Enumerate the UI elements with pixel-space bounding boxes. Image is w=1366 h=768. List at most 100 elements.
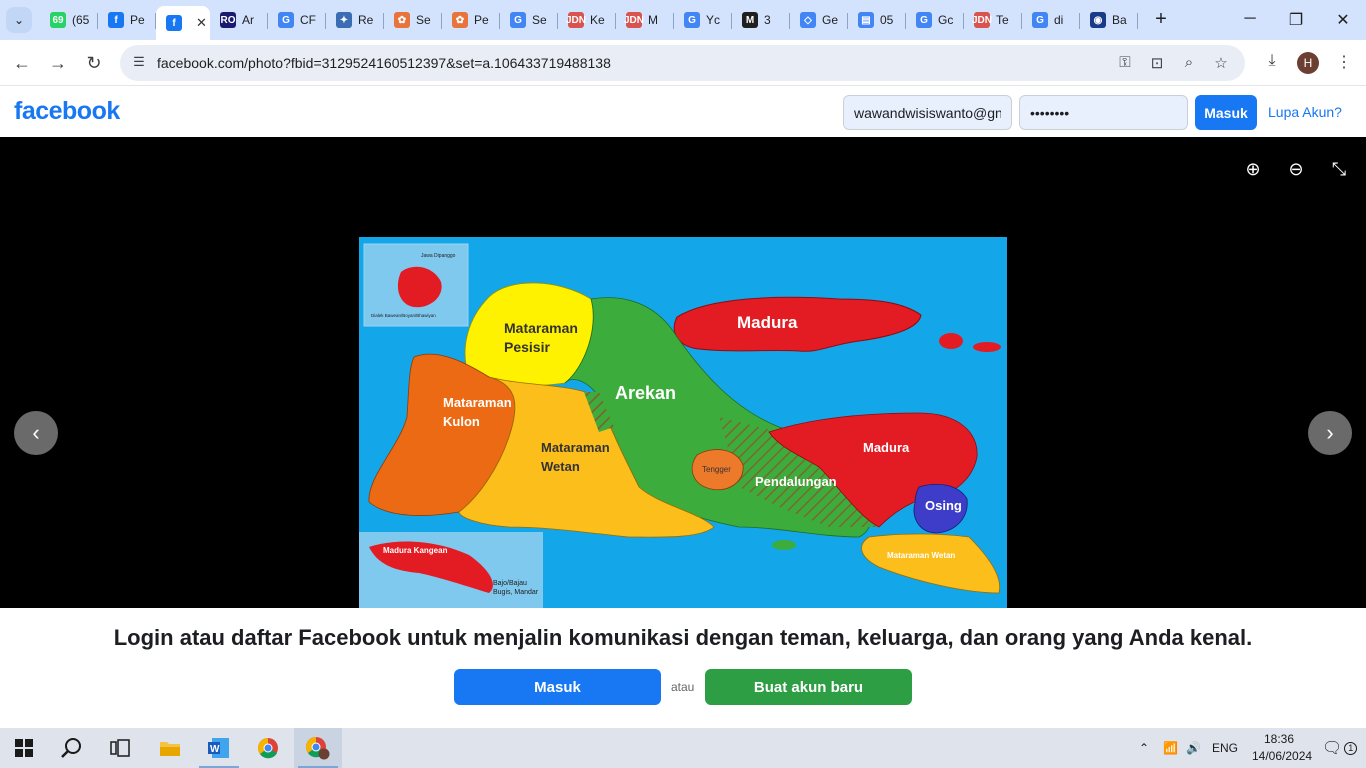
zoom-icon[interactable]: ⌕ bbox=[1179, 54, 1199, 74]
browser-tab[interactable]: G Yc bbox=[674, 6, 732, 34]
browser-tab[interactable]: JDN Ke bbox=[558, 6, 616, 34]
tab-title: Ke bbox=[590, 13, 605, 27]
network-icon[interactable]: 📶 bbox=[1163, 728, 1178, 768]
clock-date: 14/06/2024 bbox=[1252, 749, 1313, 763]
tab-title: Te bbox=[996, 13, 1009, 27]
tab-close-icon[interactable]: ✕ bbox=[196, 15, 207, 31]
clock[interactable]: 18:36 14/06/2024 bbox=[1252, 731, 1313, 765]
new-tab-button[interactable]: + bbox=[1150, 9, 1172, 31]
task-view-button[interactable] bbox=[96, 728, 144, 768]
tab-favicon-icon: G bbox=[684, 12, 700, 28]
tab-search-button[interactable]: ⌄ bbox=[6, 7, 32, 33]
map-label-mataraman-wetan: Mataraman bbox=[541, 440, 610, 455]
map-label-madura-kangean: Madura Kangean bbox=[383, 546, 448, 555]
tab-favicon-icon: G bbox=[916, 12, 932, 28]
facebook-logo[interactable]: facebook bbox=[14, 97, 120, 126]
browser-tab[interactable]: G Gc bbox=[906, 6, 964, 34]
tab-favicon-icon: JDN bbox=[972, 12, 992, 28]
restore-button[interactable]: ❐ bbox=[1286, 10, 1306, 30]
chrome-button[interactable] bbox=[244, 728, 292, 768]
browser-tab[interactable]: ▤ 05 bbox=[848, 6, 906, 34]
menu-kebab-icon[interactable]: ⋮ bbox=[1333, 52, 1355, 74]
tab-title: Ba bbox=[1112, 13, 1127, 27]
tab-favicon-icon: ✿ bbox=[394, 12, 410, 28]
back-button[interactable]: ← bbox=[11, 52, 33, 74]
create-account-button[interactable]: Buat akun baru bbox=[705, 669, 912, 705]
task-view-icon bbox=[110, 739, 130, 757]
browser-tab[interactable]: ◉ Ba bbox=[1080, 6, 1138, 34]
browser-tab[interactable]: ✿ Se bbox=[384, 6, 442, 34]
site-settings-icon[interactable]: ☰ bbox=[130, 54, 148, 72]
start-button[interactable] bbox=[0, 728, 48, 768]
search-button[interactable] bbox=[48, 728, 96, 768]
previous-photo-button[interactable]: ‹ bbox=[14, 411, 58, 455]
browser-tab[interactable]: 69 (65 bbox=[40, 6, 98, 34]
browser-toolbar: ← → ↻ ☰ facebook.com/photo?fbid=31295241… bbox=[0, 40, 1366, 86]
notifications-button[interactable]: 🗨 1 bbox=[1322, 728, 1358, 768]
tab-favicon-icon: G bbox=[510, 12, 526, 28]
close-window-button[interactable]: ✕ bbox=[1333, 10, 1353, 30]
browser-tab[interactable]: JDN Te bbox=[964, 6, 1022, 34]
language-indicator[interactable]: ENG bbox=[1212, 728, 1238, 768]
tab-list: 69 (65 f Pe f ✕ RO Ar G CF ✦ Re ✿ Se ✿ Pe G Se JDN Ke JDN M G Y… bbox=[40, 6, 1138, 40]
zoom-in-icon[interactable]: ⊕ bbox=[1242, 159, 1264, 181]
forgot-account-link[interactable]: Lupa Akun? bbox=[1268, 104, 1342, 120]
folder-icon bbox=[160, 742, 180, 756]
tab-favicon-icon: 69 bbox=[50, 12, 66, 28]
address-bar[interactable]: ☰ facebook.com/photo?fbid=31295241605123… bbox=[120, 45, 1245, 81]
tab-title: Yc bbox=[706, 13, 721, 27]
browser-tab[interactable]: M3 bbox=[732, 6, 790, 34]
facebook-header: facebook Masuk Lupa Akun? bbox=[0, 87, 1366, 137]
map-label-osing: Osing bbox=[925, 498, 962, 513]
browser-tab[interactable]: RO Ar bbox=[210, 6, 268, 34]
tab-title: Se bbox=[532, 13, 547, 27]
browser-tab[interactable]: JDN M bbox=[616, 6, 674, 34]
tab-title: M bbox=[648, 13, 658, 27]
browser-tab[interactable]: f Pe bbox=[98, 6, 156, 34]
forward-button[interactable]: → bbox=[47, 52, 69, 74]
install-app-icon[interactable]: ⊡ bbox=[1147, 54, 1167, 74]
notification-count: 1 bbox=[1344, 741, 1358, 755]
browser-tab[interactable]: G CF bbox=[268, 6, 326, 34]
chrome-profile-button[interactable] bbox=[294, 728, 342, 768]
profile-avatar[interactable]: H bbox=[1297, 52, 1319, 74]
file-explorer-button[interactable] bbox=[146, 728, 194, 768]
inset-caption-label: Dialek Bawean/Boyan/Bhawiyan bbox=[371, 313, 436, 318]
login-prompt: Login atau daftar Facebook untuk menjali… bbox=[0, 608, 1366, 728]
reload-button[interactable]: ↻ bbox=[83, 52, 105, 74]
fullscreen-exit-icon[interactable]: ⤡ bbox=[1328, 159, 1350, 181]
map-label-bajo: Bajo/Bajau bbox=[493, 580, 527, 587]
tab-favicon-icon: ◉ bbox=[1090, 12, 1106, 28]
login-button[interactable]: Masuk bbox=[1195, 95, 1257, 130]
show-hidden-icons[interactable]: ⌃ bbox=[1139, 728, 1149, 768]
zoom-out-icon[interactable]: ⊖ bbox=[1285, 159, 1307, 181]
volume-icon[interactable]: 🔊 bbox=[1186, 728, 1201, 768]
word-button[interactable]: W bbox=[195, 728, 243, 768]
tab-title: Gc bbox=[938, 13, 954, 27]
downloads-icon[interactable]: ⤓ bbox=[1261, 52, 1283, 74]
map-label-tengger: Tengger bbox=[702, 465, 731, 474]
email-field[interactable] bbox=[843, 95, 1012, 130]
password-field[interactable] bbox=[1019, 95, 1188, 130]
browser-tab[interactable]: Gdi bbox=[1022, 6, 1080, 34]
url-text[interactable]: facebook.com/photo?fbid=3129524160512397… bbox=[157, 55, 611, 71]
key-icon[interactable]: ⚿ bbox=[1115, 54, 1135, 74]
search-icon bbox=[61, 738, 81, 758]
browser-tab[interactable]: ✿ Pe bbox=[442, 6, 500, 34]
tab-title: CF bbox=[300, 13, 316, 27]
map-label-madura-north: Madura bbox=[737, 313, 798, 332]
browser-tab[interactable]: ◇ Ge bbox=[790, 6, 848, 34]
notification-icon: 🗨 bbox=[1322, 740, 1343, 757]
next-photo-button[interactable]: › bbox=[1308, 411, 1352, 455]
prompt-login-button[interactable]: Masuk bbox=[454, 669, 661, 705]
browser-tab[interactable]: G Se bbox=[500, 6, 558, 34]
browser-tab[interactable]: ✦ Re bbox=[326, 6, 384, 34]
minimize-button[interactable]: ─ bbox=[1240, 10, 1260, 30]
map-label-madura-east: Madura bbox=[863, 440, 910, 455]
bookmark-star-icon[interactable]: ☆ bbox=[1211, 54, 1231, 74]
map-label-mataraman-wetan-south: Mataraman Wetan bbox=[887, 551, 955, 560]
browser-tab[interactable]: f ✕ bbox=[156, 6, 210, 40]
chevron-up-icon: ⌃ bbox=[1139, 741, 1150, 755]
tab-title: Ar bbox=[242, 13, 254, 27]
tab-favicon-icon: RO bbox=[220, 12, 236, 28]
